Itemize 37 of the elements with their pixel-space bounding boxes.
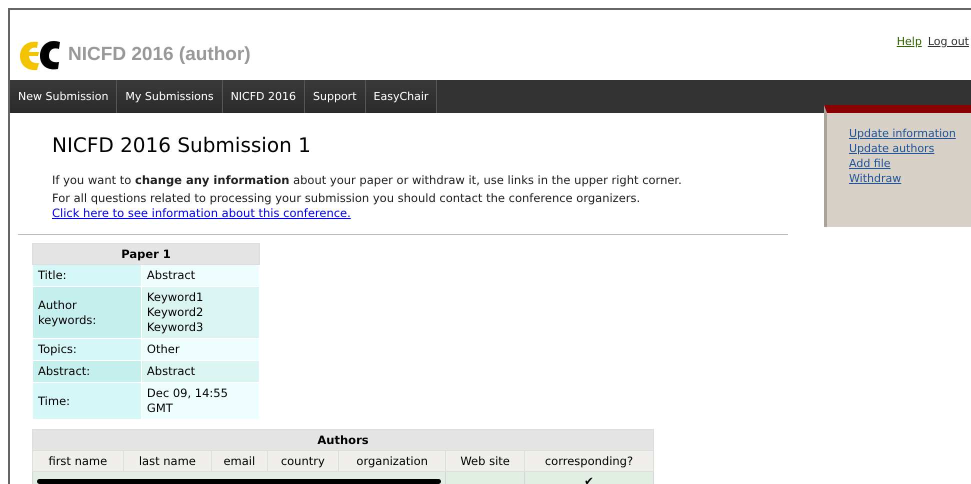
table-cell: Abstract: bbox=[32, 360, 142, 382]
table-cell: Abstract bbox=[141, 264, 260, 286]
table-cell: Other bbox=[141, 338, 260, 360]
sidebar-link[interactable]: Update authors bbox=[849, 142, 971, 155]
conference-link[interactable]: Click here to see information about this conference. bbox=[52, 206, 351, 220]
table-cell: Time: bbox=[32, 382, 142, 420]
logo-icon bbox=[18, 38, 62, 72]
info-text: If you want to change any information about your paper or withdraw it, use links in the upper right corner. bbox=[52, 173, 683, 188]
nav-tab[interactable]: EasyChair bbox=[366, 80, 438, 113]
sidebar-link[interactable]: Withdraw bbox=[849, 172, 971, 185]
column-header: corresponding? bbox=[524, 450, 654, 472]
nav-tab[interactable]: New Submission bbox=[10, 80, 118, 113]
site-title: NICFD 2016 (author) bbox=[68, 44, 251, 67]
table-title: Paper 1 bbox=[32, 244, 260, 264]
header-link[interactable]: Log out bbox=[928, 35, 969, 48]
table-cell: Author keywords: bbox=[32, 286, 142, 338]
table-cell: Keyword1 Keyword2 Keyword3 bbox=[141, 286, 260, 338]
column-header: Web site bbox=[446, 450, 524, 472]
column-header: country bbox=[267, 450, 339, 472]
column-header: first name bbox=[32, 450, 124, 472]
table-cell: Dec 09, 14:55 GMT bbox=[141, 382, 260, 420]
sidebar-link[interactable]: Add file bbox=[849, 157, 971, 170]
sidebar-link[interactable]: Update information bbox=[849, 127, 971, 140]
info-text: For all questions related to processing your submission you should contact the conference organizers. Click here to see information about this conference. bbox=[52, 191, 642, 221]
table-cell: Title: bbox=[32, 264, 142, 286]
table-cell: Abstract bbox=[141, 360, 260, 382]
column-header: organization bbox=[338, 450, 446, 472]
nav-tab[interactable]: NICFD 2016 bbox=[222, 80, 306, 113]
column-header: email bbox=[212, 450, 268, 472]
table-cell: Topics: bbox=[32, 338, 142, 360]
nav-tab[interactable]: Support bbox=[305, 80, 366, 113]
nav-tab[interactable]: My Submissions bbox=[117, 80, 223, 113]
header-link[interactable]: Help bbox=[896, 35, 922, 48]
table-cell: ✔ bbox=[524, 472, 654, 484]
column-header: last name bbox=[123, 450, 212, 472]
table-title: Authors bbox=[32, 430, 654, 450]
page-heading: NICFD 2016 Submission 1 bbox=[52, 133, 312, 157]
